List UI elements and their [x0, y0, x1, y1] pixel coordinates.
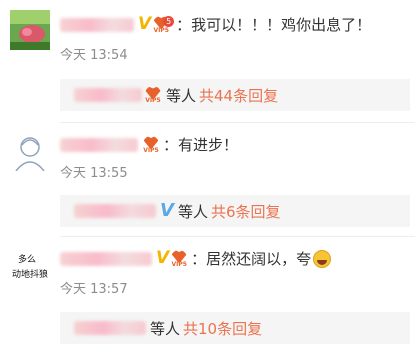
vip-heart-icon: VIP5: [142, 135, 160, 154]
comment-header: VIP5 ：有进步！: [60, 134, 238, 155]
divider: [60, 122, 415, 123]
svg-text:多么: 多么: [18, 253, 36, 265]
comment-feed: V VIP5 5 ：我可以！！！鸡你出息了！ 今天 13:54 VIP5 等人 …: [0, 0, 415, 352]
vip-heart-icon: VIP5: [170, 249, 188, 268]
comment-time: 今天 13:55: [60, 166, 128, 181]
divider: [60, 236, 415, 237]
comment-text: ：有进步！: [163, 136, 239, 154]
reply-count-link[interactable]: 共44条回复: [199, 85, 278, 106]
reply-summary[interactable]: 等人 共10条回复: [60, 312, 410, 344]
verified-v-icon: V: [160, 200, 174, 221]
reply-user-blurred: [74, 204, 156, 218]
verified-v-icon: V: [156, 248, 170, 268]
username-blurred[interactable]: [60, 137, 138, 152]
vip-heart-icon: VIP5: [144, 86, 162, 104]
reply-etc-label: 等人: [166, 86, 197, 105]
reply-etc-label: 等人: [177, 202, 208, 221]
reply-summary[interactable]: V 等人 共6条回复: [60, 195, 410, 227]
vip-heart-icon: VIP5 5: [152, 15, 175, 34]
laughing-emoji-icon: [313, 249, 332, 268]
reply-summary[interactable]: VIP5 等人 共44条回复: [60, 79, 410, 111]
reply-count-link[interactable]: 共10条回复: [183, 318, 262, 339]
svg-text:动地抖狼: 动地抖狼: [12, 268, 48, 280]
reply-count-link[interactable]: 共6条回复: [211, 201, 281, 222]
username-blurred[interactable]: [60, 17, 134, 32]
reply-user-blurred: [74, 321, 146, 335]
verified-v-icon: V: [138, 14, 152, 34]
comment-text: ：居然还阔以，夸: [191, 250, 312, 268]
comment-time: 今天 13:54: [60, 48, 128, 63]
username-blurred[interactable]: [60, 251, 152, 266]
reply-etc-label: 等人: [150, 319, 181, 338]
reply-user-blurred: [74, 88, 142, 102]
avatar[interactable]: [10, 10, 50, 50]
comment-header: V VIP5 5 ：我可以！！！鸡你出息了！: [60, 14, 371, 35]
avatar[interactable]: [10, 131, 50, 171]
avatar[interactable]: 多么 动地抖狼: [10, 247, 50, 287]
comment-header: V VIP5 ：居然还阔以，夸: [60, 248, 332, 269]
comment-time: 今天 13:57: [60, 282, 128, 297]
comment-text: ：我可以！！！鸡你出息了！: [176, 16, 372, 34]
